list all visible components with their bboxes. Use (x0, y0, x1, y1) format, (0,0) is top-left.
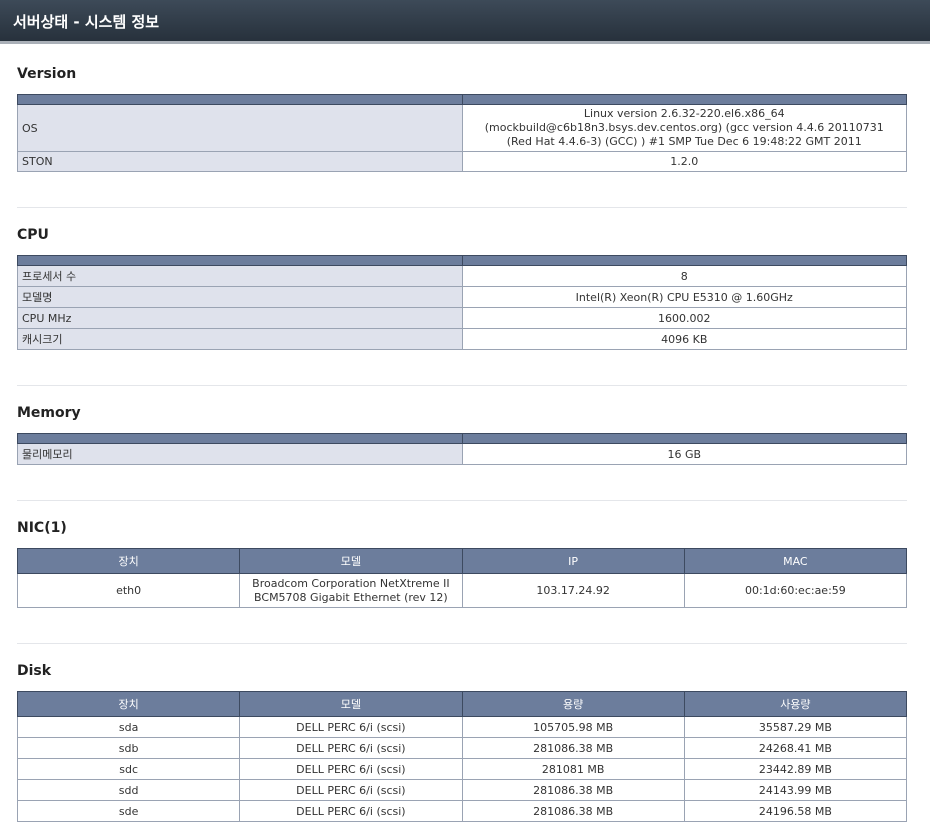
table-row: 캐시크기 4096 KB (17, 328, 907, 350)
table-row: 모델명 Intel(R) Xeon(R) CPU E5310 @ 1.60GHz (17, 286, 907, 308)
row-value: 1.2.0 (461, 151, 907, 172)
disk-usage: 23442.89 MB (683, 758, 908, 780)
cpu-table-header (17, 255, 907, 266)
table-row: OS Linux version 2.6.32-220.el6.x86_64 (… (17, 104, 907, 152)
disk-model: DELL PERC 6/i (scsi) (239, 800, 463, 822)
row-value: 8 (461, 265, 907, 287)
cpu-section-title: CPU (17, 227, 49, 243)
version-section-title: Version (17, 66, 77, 82)
row-key: 프로세서 수 (17, 265, 463, 287)
table-row: sde DELL PERC 6/i (scsi) 281086.38 MB 24… (16, 800, 908, 822)
page-title: 서버상태 - 시스템 정보 (13, 13, 160, 31)
row-key: 모델명 (17, 286, 463, 308)
column-header: 장치 (16, 548, 241, 574)
row-value: 1600.002 (461, 307, 907, 329)
memory-table: 물리메모리 16 GB (17, 433, 907, 465)
cpu-table: 프로세서 수 8 모델명 Intel(R) Xeon(R) CPU E5310 … (17, 255, 907, 350)
row-key: OS (17, 104, 463, 152)
memory-section-title: Memory (17, 405, 81, 421)
row-key: 물리메모리 (17, 443, 463, 465)
column-header: 용량 (461, 691, 685, 717)
table-row: eth0 Broadcom Corporation NetXtreme II B… (16, 573, 908, 608)
disk-model: DELL PERC 6/i (scsi) (239, 758, 463, 780)
column-header: IP (461, 548, 685, 574)
disk-device: sdd (16, 779, 241, 801)
table-row: CPU MHz 1600.002 (17, 307, 907, 329)
table-row: STON 1.2.0 (17, 151, 907, 172)
disk-table: 장치 모델 용량 사용량 sda DELL PERC 6/i (scsi) 10… (16, 691, 908, 822)
disk-section-title: Disk (17, 663, 52, 679)
disk-capacity: 281086.38 MB (461, 779, 685, 801)
table-row: sdb DELL PERC 6/i (scsi) 281086.38 MB 24… (16, 737, 908, 759)
column-header: MAC (683, 548, 908, 574)
nic-table: 장치 모델 IP MAC eth0 Broadcom Corporation N… (16, 548, 908, 608)
disk-model: DELL PERC 6/i (scsi) (239, 779, 463, 801)
disk-usage: 35587.29 MB (683, 716, 908, 738)
column-header: 모델 (239, 548, 463, 574)
column-header: 사용량 (683, 691, 908, 717)
nic-section-title: NIC(1) (17, 520, 67, 536)
page-header: 서버상태 - 시스템 정보 (0, 0, 930, 44)
row-value: 16 GB (461, 443, 907, 465)
disk-usage: 24268.41 MB (683, 737, 908, 759)
disk-device: sde (16, 800, 241, 822)
nic-ip: 103.17.24.92 (461, 573, 685, 608)
table-row: sdc DELL PERC 6/i (scsi) 281081 MB 23442… (16, 758, 908, 780)
nic-device: eth0 (16, 573, 241, 608)
row-key: STON (17, 151, 463, 172)
row-key: 캐시크기 (17, 328, 463, 350)
disk-device: sda (16, 716, 241, 738)
nic-model: Broadcom Corporation NetXtreme II BCM570… (239, 573, 463, 608)
column-header: 모델 (239, 691, 463, 717)
row-value: Intel(R) Xeon(R) CPU E5310 @ 1.60GHz (461, 286, 907, 308)
table-row: 물리메모리 16 GB (17, 443, 907, 465)
row-value: 4096 KB (461, 328, 907, 350)
disk-capacity: 281081 MB (461, 758, 685, 780)
table-row: 프로세서 수 8 (17, 265, 907, 287)
disk-capacity: 281086.38 MB (461, 737, 685, 759)
row-key: CPU MHz (17, 307, 463, 329)
version-table-header (17, 94, 907, 105)
disk-usage: 24143.99 MB (683, 779, 908, 801)
disk-capacity: 105705.98 MB (461, 716, 685, 738)
table-row: sdd DELL PERC 6/i (scsi) 281086.38 MB 24… (16, 779, 908, 801)
table-row: sda DELL PERC 6/i (scsi) 105705.98 MB 35… (16, 716, 908, 738)
disk-usage: 24196.58 MB (683, 800, 908, 822)
column-header: 장치 (16, 691, 241, 717)
disk-model: DELL PERC 6/i (scsi) (239, 737, 463, 759)
nic-mac: 00:1d:60:ec:ae:59 (683, 573, 908, 608)
disk-device: sdc (16, 758, 241, 780)
disk-device: sdb (16, 737, 241, 759)
nic-table-header: 장치 모델 IP MAC (16, 548, 908, 574)
disk-model: DELL PERC 6/i (scsi) (239, 716, 463, 738)
disk-capacity: 281086.38 MB (461, 800, 685, 822)
row-value: Linux version 2.6.32-220.el6.x86_64 (moc… (461, 104, 907, 152)
version-table: OS Linux version 2.6.32-220.el6.x86_64 (… (17, 94, 907, 172)
disk-table-header: 장치 모델 용량 사용량 (16, 691, 908, 717)
memory-table-header (17, 433, 907, 444)
